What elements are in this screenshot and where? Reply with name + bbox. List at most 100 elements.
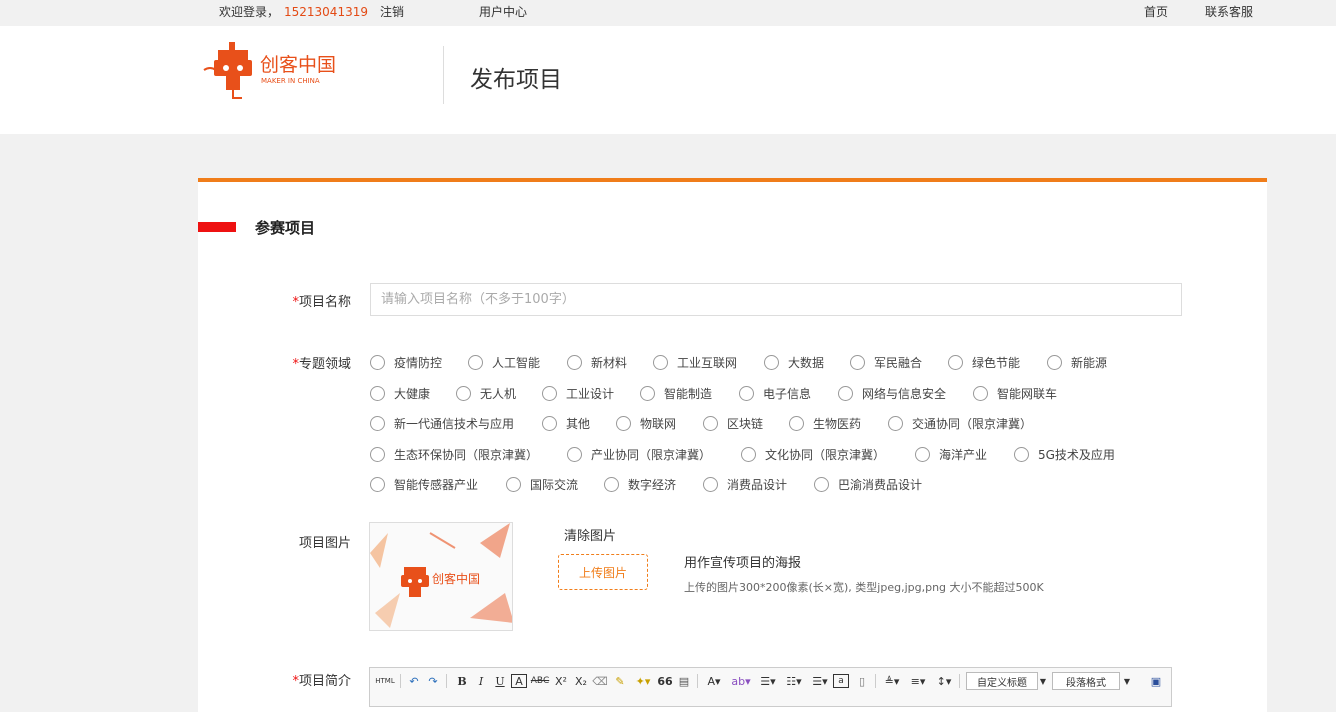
radio-circle-icon <box>370 385 385 401</box>
radio-circle-icon <box>604 476 619 492</box>
field-label-text: 专题领域 <box>298 357 351 372</box>
clear-doc-icon[interactable]: ▯ <box>854 672 870 690</box>
blockquote-button[interactable]: 66 <box>657 672 673 690</box>
radio-circle-icon <box>888 415 903 431</box>
logo-text: 创客中国 <box>260 54 336 76</box>
user-phone: 15213041319 <box>284 5 368 19</box>
radio-circle-icon <box>739 385 754 401</box>
radio-circle-icon <box>1047 354 1062 370</box>
field-option[interactable]: 其他 <box>542 414 590 432</box>
field-option[interactable]: 物联网 <box>616 414 676 432</box>
field-option[interactable]: 工业设计 <box>542 384 614 402</box>
highlight-color-icon[interactable]: ab▾ <box>729 672 753 690</box>
field-option[interactable]: 国际交流 <box>506 475 578 493</box>
radio-circle-icon <box>616 415 631 431</box>
field-option[interactable]: 区块链 <box>703 414 763 432</box>
paragraph-format-select[interactable]: 段落格式 <box>1052 672 1120 690</box>
field-option[interactable]: 人工智能 <box>468 353 540 371</box>
custom-heading-select[interactable]: 自定义标题 <box>966 672 1038 690</box>
html-source-button[interactable]: HTML <box>374 672 396 690</box>
font-border-icon[interactable]: A <box>511 674 527 688</box>
line-height-icon[interactable]: ↕▾ <box>933 672 955 690</box>
field-option[interactable]: 网络与信息安全 <box>838 384 946 402</box>
site-header: 创客中国 MAKER IN CHINA 发布项目 <box>0 26 1336 134</box>
field-option[interactable]: 智能传感器产业 <box>370 475 478 493</box>
format-brush-icon[interactable]: ✎ <box>612 672 628 690</box>
chevron-down-icon[interactable]: ▼ <box>1122 672 1132 690</box>
field-option[interactable]: 新能源 <box>1047 353 1107 371</box>
field-option[interactable]: 疫情防控 <box>370 353 442 371</box>
toolbar-divider <box>697 674 698 688</box>
bold-button[interactable]: B <box>454 672 470 690</box>
field-option[interactable]: 电子信息 <box>739 384 811 402</box>
field-option[interactable]: 数字经济 <box>604 475 676 493</box>
redo-icon[interactable]: ↷ <box>425 672 441 690</box>
radio-circle-icon <box>370 446 385 462</box>
field-option[interactable]: 智能网联车 <box>973 384 1057 402</box>
upload-image-button[interactable]: 上传图片 <box>558 554 648 590</box>
field-option[interactable]: 交通协同（限京津冀） <box>888 414 1032 432</box>
subscript-icon[interactable]: X₂ <box>572 672 590 690</box>
toolbar-divider <box>400 674 401 688</box>
project-name-input[interactable] <box>370 283 1182 316</box>
field-option[interactable]: 海洋产业 <box>915 445 987 463</box>
underline-button[interactable]: U <box>492 672 508 690</box>
superscript-icon[interactable]: X² <box>552 672 570 690</box>
fullscreen-icon[interactable]: ▣ <box>1148 672 1164 690</box>
row-spacing-top-icon[interactable]: ≜▾ <box>881 672 903 690</box>
logo-subtitle: MAKER IN CHINA <box>261 77 320 85</box>
field-label: *专题领域 <box>198 353 351 372</box>
field-option[interactable]: 文化协同（限京津冀） <box>741 445 885 463</box>
radio-circle-icon <box>948 354 963 370</box>
field-option[interactable]: 绿色节能 <box>948 353 1020 371</box>
radio-circle-icon <box>468 354 483 370</box>
project-name-label-text: 项目名称 <box>298 295 351 310</box>
anchor-icon[interactable]: a <box>833 674 849 688</box>
italic-button[interactable]: I <box>473 672 489 690</box>
field-option[interactable]: 巴渝消费品设计 <box>814 475 922 493</box>
field-option[interactable]: 5G技术及应用 <box>1014 445 1115 463</box>
font-color-icon[interactable]: A▾ <box>703 672 725 690</box>
user-center-link[interactable]: 用户中心 <box>479 4 527 20</box>
undo-icon[interactable]: ↶ <box>406 672 422 690</box>
image-hint-title: 用作宣传项目的海报 <box>684 556 802 571</box>
site-logo[interactable]: 创客中国 MAKER IN CHINA <box>200 40 360 102</box>
logout-link[interactable]: 注销 <box>380 4 404 20</box>
field-option[interactable]: 大数据 <box>764 353 824 371</box>
auto-format-icon[interactable]: ✦▾ <box>632 672 654 690</box>
paste-text-icon[interactable]: ▤ <box>676 672 692 690</box>
top-bar: 欢迎登录， 15213041319 注销 用户中心 首页 联系客服 <box>0 0 1336 26</box>
form-card: 参赛项目 *项目名称 *专题领域 疫情防控 人工智能 新材料 工业互联网 大数据… <box>198 178 1267 712</box>
header-divider <box>443 46 444 104</box>
select-all-icon[interactable]: ☰▾ <box>809 672 831 690</box>
ordered-list-icon[interactable]: ☰▾ <box>757 672 779 690</box>
page-title: 发布项目 <box>470 67 562 93</box>
field-option[interactable]: 军民融合 <box>850 353 922 371</box>
clear-image-button[interactable]: 清除图片 <box>564 525 616 544</box>
toolbar-divider <box>959 674 960 688</box>
field-option[interactable]: 消费品设计 <box>703 475 787 493</box>
field-option[interactable]: 生态环保协同（限京津冀） <box>370 445 538 463</box>
strikethrough-icon[interactable]: ABC <box>531 672 549 690</box>
field-option[interactable]: 智能制造 <box>640 384 712 402</box>
project-name-label: *项目名称 <box>198 291 351 310</box>
section-title: 参赛项目 <box>255 219 316 237</box>
support-link[interactable]: 联系客服 <box>1205 4 1253 20</box>
project-intro-label: *项目简介 <box>198 670 351 689</box>
radio-circle-icon <box>703 476 718 492</box>
unordered-list-icon[interactable]: ☷▾ <box>783 672 805 690</box>
field-option[interactable]: 生物医药 <box>789 414 861 432</box>
chevron-down-icon[interactable]: ▼ <box>1038 672 1048 690</box>
field-option[interactable]: 新一代通信技术与应用 <box>370 414 514 432</box>
field-option[interactable]: 产业协同（限京津冀） <box>567 445 711 463</box>
field-option[interactable]: 无人机 <box>456 384 516 402</box>
home-link[interactable]: 首页 <box>1144 4 1168 20</box>
project-image-label: 项目图片 <box>298 536 351 551</box>
field-option[interactable]: 大健康 <box>370 384 430 402</box>
radio-circle-icon <box>915 446 930 462</box>
eraser-icon[interactable]: ⌫ <box>592 672 608 690</box>
field-option[interactable]: 工业互联网 <box>653 353 737 371</box>
row-spacing-bottom-icon[interactable]: ≡▾ <box>907 672 929 690</box>
field-option[interactable]: 新材料 <box>567 353 627 371</box>
radio-circle-icon <box>370 476 385 492</box>
